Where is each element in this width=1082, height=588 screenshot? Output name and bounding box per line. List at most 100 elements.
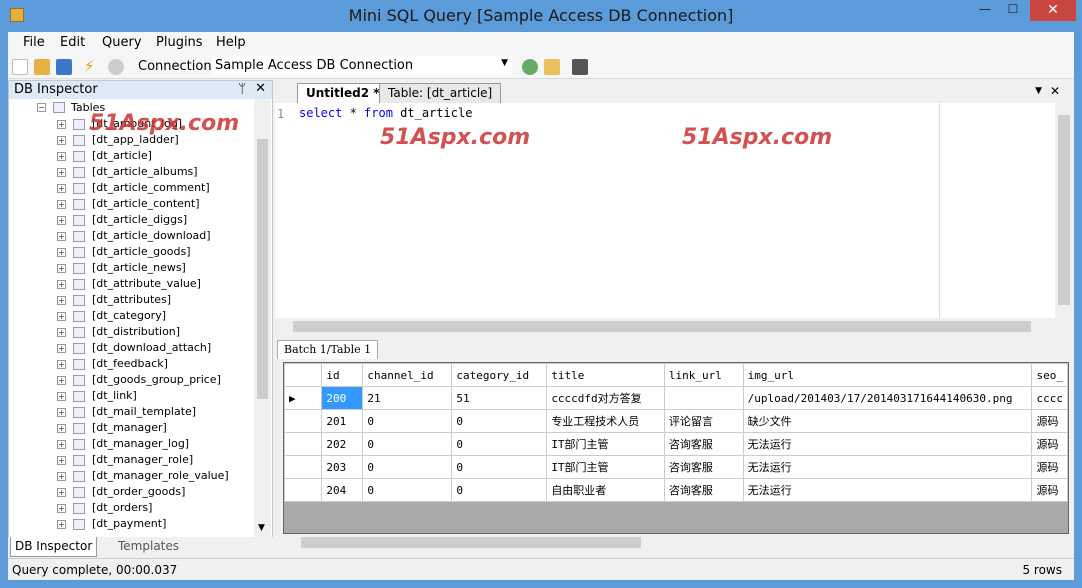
execute-lightning-icon[interactable]: ⚡ (84, 59, 100, 75)
expand-icon[interactable]: + (57, 424, 66, 433)
grid-cell[interactable]: 源码 (1031, 432, 1068, 456)
edit-icon[interactable] (544, 59, 560, 75)
table-row[interactable]: 204 0 0 自由职业者 咨询客服 无法运行 源码 (284, 478, 1068, 502)
grid-cell[interactable]: 200 (321, 386, 364, 410)
stop-icon[interactable] (108, 59, 124, 75)
grid-cell[interactable]: cccc (1031, 386, 1068, 410)
expand-icon[interactable]: + (57, 392, 66, 401)
tree-item[interactable]: [dt_order_goods] (92, 485, 185, 498)
expand-icon[interactable]: + (57, 376, 66, 385)
expand-icon[interactable]: + (57, 456, 66, 465)
tree-item[interactable]: [dt_orders] (92, 501, 152, 514)
expand-icon[interactable]: + (57, 472, 66, 481)
table-row[interactable]: 201 0 0 专业工程技术人员 评论留言 缺少文件 源码 (284, 409, 1068, 433)
grid-cell[interactable]: 源码 (1031, 409, 1068, 433)
grid-cell[interactable]: 咨询客服 (663, 478, 744, 502)
grid-cell[interactable]: 201 (321, 409, 364, 433)
connection-select[interactable]: Sample Access DB Connection ▼ (212, 56, 512, 76)
tree-item[interactable]: [dt_article_diggs] (92, 213, 187, 226)
menu-plugins[interactable]: Plugins (156, 35, 203, 50)
plugin-icon[interactable] (572, 59, 588, 75)
expand-icon[interactable]: + (57, 232, 66, 241)
menu-file[interactable]: File (23, 35, 45, 50)
grid-cell[interactable]: 0 (451, 432, 548, 456)
column-header[interactable]: img_url (742, 363, 1033, 387)
tree-item[interactable]: [dt_article_download] (92, 229, 211, 242)
grid-cell[interactable]: 咨询客服 (663, 432, 744, 456)
table-row[interactable]: 202 0 0 IT部门主管 咨询客服 无法运行 源码 (284, 432, 1068, 456)
grid-cell[interactable]: 0 (451, 478, 548, 502)
tab-templates[interactable]: Templates (114, 537, 183, 557)
grid-cell[interactable]: 源码 (1031, 455, 1068, 479)
close-tab-icon[interactable]: ✕ (1050, 84, 1060, 98)
new-file-icon[interactable] (12, 59, 28, 75)
row-header[interactable] (284, 432, 323, 456)
menu-help[interactable]: Help (216, 35, 246, 50)
grid-cell[interactable]: ccccdfd对方答复 (546, 386, 665, 410)
expand-icon[interactable]: + (57, 504, 66, 513)
expand-icon[interactable]: + (57, 440, 66, 449)
menu-query[interactable]: Query (102, 35, 142, 50)
expand-icon[interactable]: + (57, 296, 66, 305)
grid-cell[interactable]: 自由职业者 (546, 478, 665, 502)
grid-cell[interactable]: 缺少文件 (742, 409, 1033, 433)
tree-item[interactable]: [dt_article] (92, 149, 152, 162)
row-header[interactable] (284, 455, 323, 479)
grid-cell[interactable]: 21 (362, 386, 453, 410)
expand-icon[interactable]: + (57, 248, 66, 257)
tree-item[interactable]: [dt_article_albums] (92, 165, 198, 178)
grid-cell[interactable]: IT部门主管 (546, 455, 665, 479)
grid-cell[interactable]: 评论留言 (663, 409, 744, 433)
tree-item[interactable]: [dt_category] (92, 309, 166, 322)
open-file-icon[interactable] (34, 59, 50, 75)
column-header[interactable]: channel_id (362, 363, 453, 387)
grid-cell[interactable]: 0 (362, 455, 453, 479)
expand-icon[interactable]: + (57, 264, 66, 273)
tree-item[interactable]: [dt_article_goods] (92, 245, 191, 258)
grid-cell[interactable]: 0 (362, 432, 453, 456)
tab-list-icon[interactable]: ▼ (1035, 86, 1042, 96)
menu-edit[interactable]: Edit (60, 35, 85, 50)
grid-cell[interactable]: 0 (451, 455, 548, 479)
sql-editor[interactable]: 1 select * from dt_article 51Aspx.com 51… (275, 103, 1055, 318)
close-button[interactable]: ✕ (1030, 0, 1076, 21)
expand-icon[interactable]: + (57, 360, 66, 369)
expand-icon[interactable]: + (57, 280, 66, 289)
tab-table-dt-article[interactable]: Table: [dt_article] (379, 83, 502, 103)
expand-icon[interactable]: + (57, 520, 66, 529)
row-header[interactable]: ▶ (284, 386, 323, 410)
minimize-button[interactable]: — (972, 2, 998, 20)
tree-item[interactable]: [dt_manager_role_value] (92, 469, 229, 482)
tree-scrollbar[interactable]: ▼ (254, 99, 271, 539)
grid-cell[interactable] (663, 386, 744, 410)
tree-item[interactable]: [dt_manager_log] (92, 437, 189, 450)
expand-icon[interactable]: + (57, 136, 66, 145)
grid-cell[interactable]: 202 (321, 432, 364, 456)
expand-icon[interactable]: + (57, 408, 66, 417)
tree-item[interactable]: [dt_mail_template] (92, 405, 196, 418)
tree-item[interactable]: [dt_feedback] (92, 357, 168, 370)
expand-icon[interactable]: + (57, 200, 66, 209)
tree-item[interactable]: [dt_manager] (92, 421, 167, 434)
table-row[interactable]: 203 0 0 IT部门主管 咨询客服 无法运行 源码 (284, 455, 1068, 479)
tree-item[interactable]: [dt_manager_role] (92, 453, 193, 466)
save-icon[interactable] (56, 59, 72, 75)
expand-icon[interactable]: + (57, 488, 66, 497)
expand-icon[interactable]: + (57, 216, 66, 225)
grid-cell[interactable]: 203 (321, 455, 364, 479)
grid-cell[interactable]: 专业工程技术人员 (546, 409, 665, 433)
tree-item[interactable]: [dt_payment] (92, 517, 166, 530)
expand-icon[interactable]: + (57, 328, 66, 337)
tab-untitled2[interactable]: Untitled2 * (297, 83, 389, 103)
expand-icon[interactable]: + (57, 312, 66, 321)
close-panel-icon[interactable]: ✕ (255, 81, 266, 96)
tree-item[interactable]: [dt_article_news] (92, 261, 186, 274)
expand-icon[interactable]: + (57, 344, 66, 353)
tree-item[interactable]: [dt_attribute_value] (92, 277, 201, 290)
tab-batch-result[interactable]: Batch 1/Table 1 (277, 340, 379, 359)
column-header[interactable]: seo_ (1031, 363, 1068, 387)
editor-vscrollbar[interactable] (1055, 103, 1074, 318)
tree-item[interactable]: [dt_link] (92, 389, 137, 402)
column-header[interactable]: title (546, 363, 665, 387)
grid-cell[interactable]: 咨询客服 (663, 455, 744, 479)
